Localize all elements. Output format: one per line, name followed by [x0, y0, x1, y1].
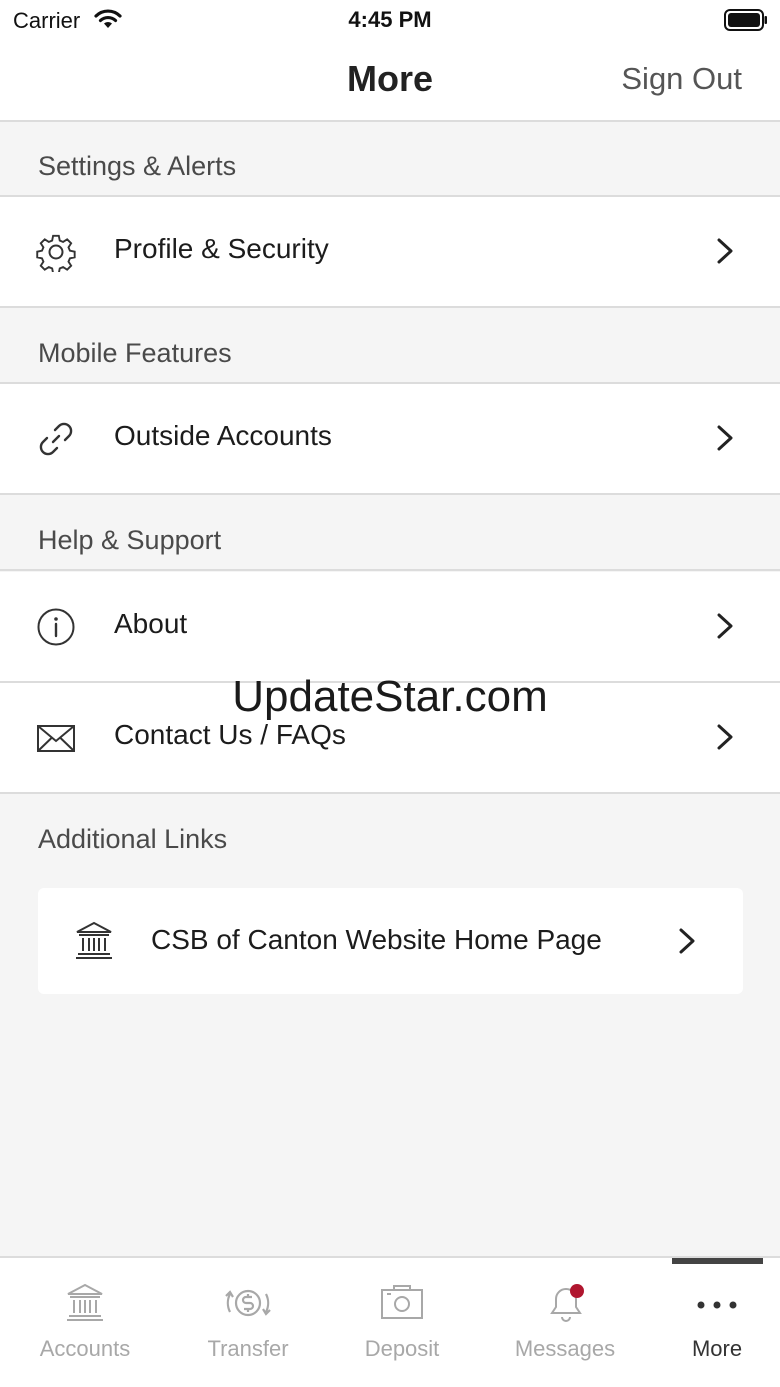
tab-transfer[interactable]: Transfer: [183, 1258, 313, 1387]
tab-bar: Accounts Transfer Deposit Messages More: [0, 1256, 780, 1387]
chevron-right-icon: [716, 237, 734, 265]
info-icon: [36, 607, 76, 647]
transfer-dollar-icon: [222, 1282, 274, 1329]
navigation-bar: More Sign Out: [0, 40, 780, 122]
section-title: Mobile Features: [38, 338, 232, 368]
outside-accounts-row[interactable]: Outside Accounts: [0, 384, 780, 495]
tab-label: Accounts: [39, 1336, 131, 1361]
tab-label: More: [691, 1336, 743, 1361]
section-header-additional-links: Additional Links: [0, 796, 780, 870]
tab-label: Messages: [514, 1336, 616, 1361]
section-title: Settings & Alerts: [38, 151, 237, 181]
chevron-right-icon: [716, 424, 734, 452]
bank-icon: [74, 920, 114, 962]
bank-icon: [65, 1282, 105, 1329]
section-header-help-support: Help & Support: [0, 497, 780, 571]
section-title: Help & Support: [38, 525, 222, 555]
tab-more[interactable]: More: [652, 1258, 780, 1387]
about-row[interactable]: About: [0, 572, 780, 683]
tab-label: Deposit: [364, 1336, 440, 1361]
tab-label: Transfer: [207, 1336, 289, 1361]
ellipsis-icon: [696, 1298, 738, 1316]
section-header-settings: Settings & Alerts: [0, 123, 780, 197]
contact-faqs-label: Contact Us / FAQs: [114, 719, 346, 750]
website-home-page-link[interactable]: CSB of Canton Website Home Page: [38, 888, 743, 994]
profile-security-label: Profile & Security: [114, 233, 329, 264]
chevron-right-icon: [716, 612, 734, 640]
chevron-right-icon: [678, 927, 696, 955]
gear-icon: [36, 232, 76, 275]
tab-accounts[interactable]: Accounts: [20, 1258, 150, 1387]
about-label: About: [114, 608, 188, 639]
sign-out-button[interactable]: Sign Out: [621, 61, 742, 97]
notification-dot: [570, 1284, 584, 1298]
section-title: Additional Links: [38, 824, 228, 854]
status-bar: Carrier 4:45 PM: [0, 0, 780, 40]
battery-icon: [724, 9, 768, 36]
profile-security-row[interactable]: Profile & Security: [0, 197, 780, 308]
envelope-icon: [36, 718, 76, 758]
chevron-right-icon: [716, 723, 734, 751]
outside-accounts-label: Outside Accounts: [114, 420, 332, 451]
website-home-page-label: CSB of Canton Website Home Page: [151, 924, 602, 955]
section-header-mobile-features: Mobile Features: [0, 310, 780, 384]
link-icon: [36, 419, 76, 459]
status-time: 4:45 PM: [348, 7, 432, 32]
bell-icon: [544, 1282, 588, 1329]
camera-icon: [380, 1282, 424, 1327]
contact-faqs-row[interactable]: Contact Us / FAQs: [0, 683, 780, 794]
tab-messages[interactable]: Messages: [500, 1258, 630, 1387]
tab-deposit[interactable]: Deposit: [337, 1258, 467, 1387]
